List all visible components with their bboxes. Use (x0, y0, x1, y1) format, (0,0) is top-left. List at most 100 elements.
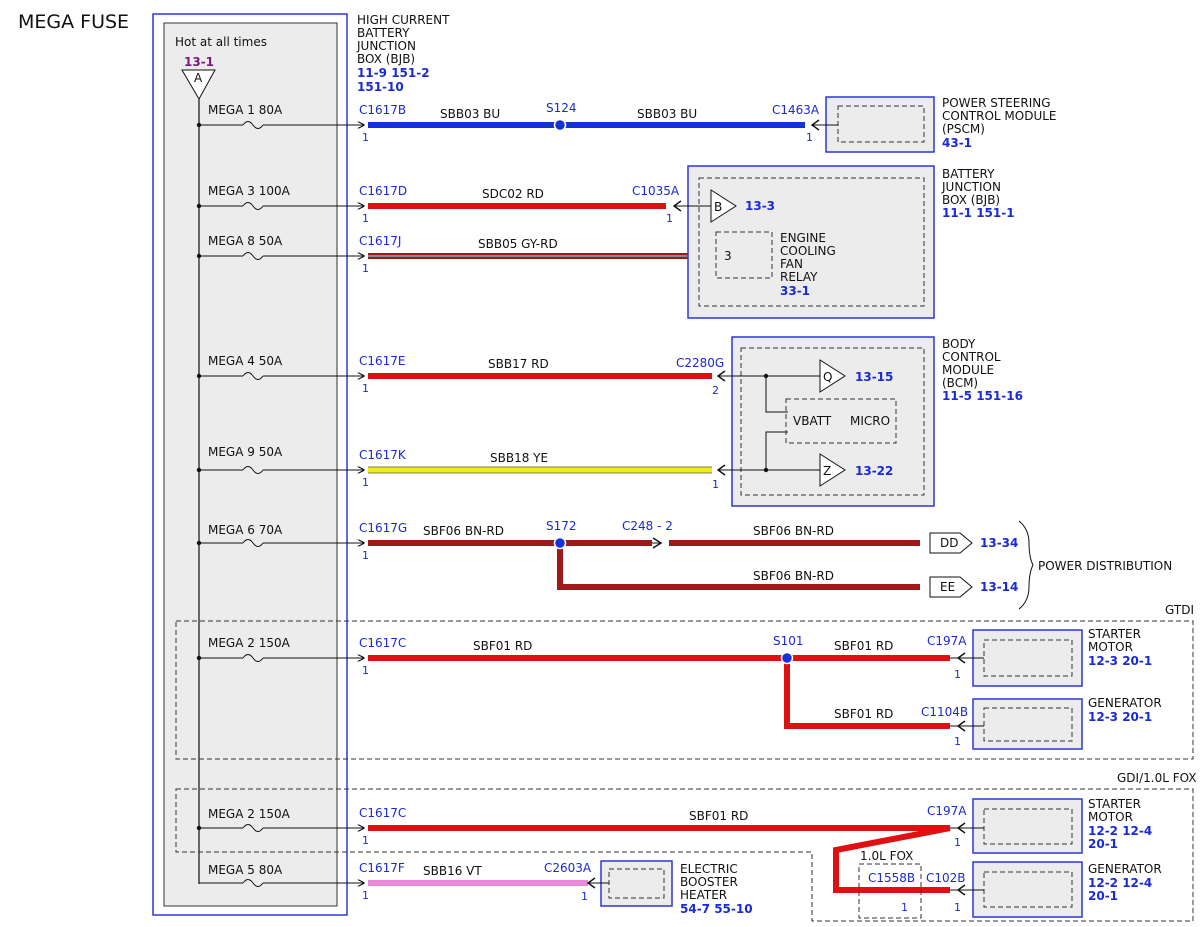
circuit-sbf01-d: SBF01 RD (689, 809, 748, 823)
starter1-name-2: MOTOR (1088, 640, 1133, 654)
heater-name-2: BOOSTER (680, 875, 738, 889)
heater-frame (600, 860, 673, 907)
pin-1: 1 (581, 890, 588, 903)
pscm-name-3: (PSCM) (942, 122, 985, 136)
conn-c1617c-b: C1617C (359, 806, 406, 820)
conn-c1617g: C1617G (359, 521, 407, 535)
pin-1: 1 (362, 834, 369, 847)
splice-label-s124: S124 (546, 101, 577, 115)
fuse-label-mega2-gtdi: MEGA 2 150A (208, 636, 291, 650)
bcm-name-2: CONTROL (942, 350, 1001, 364)
fuse-label-mega3: MEGA 3 100A (208, 184, 291, 198)
wiring-diagram: MEGA FUSE Hot at all times 13-1 A HIGH C… (18, 11, 1197, 922)
conn-c197a-b: C197A (927, 804, 967, 818)
bcm-vbatt: VBATT (793, 414, 832, 428)
pin-1: 1 (362, 262, 369, 275)
wire-sbf06-c (557, 543, 920, 590)
relay-pin-3: 3 (724, 249, 732, 263)
pin-1: 1 (954, 735, 961, 748)
pin-2: 2 (712, 384, 719, 397)
fuse-row-mega2-gdi: MEGA 2 150A (196, 807, 364, 832)
pin-1: 1 (901, 901, 908, 914)
pscm-frame (825, 96, 935, 153)
gdi-label: GDI/1.0L FOX (1117, 771, 1197, 785)
conn-c1617b: C1617B (359, 103, 406, 117)
circuit-sdc02: SDC02 RD (482, 187, 544, 201)
conn-c102b: C102B (926, 871, 966, 885)
circuit-sbb16: SBB16 VT (423, 864, 482, 878)
dd-label: DD (940, 536, 958, 550)
relay-name-4: RELAY (780, 270, 818, 284)
conn-c1617d: C1617D (359, 184, 407, 198)
pin-1: 1 (362, 382, 369, 395)
conn-c2280g: C2280G (676, 356, 724, 370)
fuse-row-mega2-gtdi: MEGA 2 150A (196, 636, 364, 662)
gtdi-label: GTDI (1165, 603, 1194, 617)
starter1-ref: 12-3 20-1 (1088, 654, 1152, 668)
bcm-frame (731, 336, 935, 507)
conn-c1617e: C1617E (359, 354, 406, 368)
gen2-ref-1: 12-2 12-4 (1088, 876, 1152, 890)
pin-1: 1 (954, 668, 961, 681)
conn-c1035a: C1035A (632, 184, 680, 198)
bcm-pin-z: Z (823, 464, 831, 478)
bcm-name-4: (BCM) (942, 376, 978, 390)
bjb2-ref: 11-1 151-1 (942, 206, 1015, 220)
heater-name-1: ELECTRIC (680, 862, 738, 876)
conn-c1617f: C1617F (359, 861, 405, 875)
starter2-name-2: MOTOR (1088, 810, 1133, 824)
fox-label: 1.0L FOX (860, 849, 913, 863)
pscm-name-1: POWER STEERING (942, 96, 1051, 110)
pin-1: 1 (362, 549, 369, 562)
splice-s172 (553, 536, 567, 550)
gen1-name: GENERATOR (1088, 696, 1162, 710)
bjb-ref-2: 151-10 (357, 80, 404, 94)
bjb2-pin-b: B (714, 200, 722, 214)
starter2-name-1: STARTER (1088, 797, 1141, 811)
bjb2-name-2: JUNCTION (941, 180, 1001, 194)
bjb-name-2: BATTERY (357, 26, 410, 40)
bjb-name-4: BOX (BJB) (357, 52, 415, 66)
pin-1: 1 (666, 212, 673, 225)
fuse-label-mega2-gdi: MEGA 2 150A (208, 807, 291, 821)
bjb2-name-3: BOX (BJB) (942, 193, 1000, 207)
circuit-sbf06-c: SBF06 BN-RD (753, 569, 834, 583)
fuse-label-mega1: MEGA 1 80A (208, 103, 283, 117)
circuit-sbf01-b: SBF01 RD (834, 639, 893, 653)
circuit-sbb03-b: SBB03 BU (637, 107, 697, 121)
circuit-sbb03-a: SBB03 BU (440, 107, 500, 121)
diagram-title: MEGA FUSE (18, 11, 129, 33)
gen1-ref: 12-3 20-1 (1088, 710, 1152, 724)
relay-name-1: ENGINE (780, 231, 826, 245)
pin-1: 1 (712, 478, 719, 491)
pin-1: 1 (954, 836, 961, 849)
conn-c1463a: C1463A (772, 103, 820, 117)
conn-c1104b: C1104B (921, 705, 968, 719)
conn-c197a-a: C197A (927, 634, 967, 648)
bjb-name-1: HIGH CURRENT (357, 13, 450, 27)
starter2-ref-1: 12-2 12-4 (1088, 824, 1152, 838)
fuse-label-mega9: MEGA 9 50A (208, 445, 283, 459)
pin-1: 1 (362, 131, 369, 144)
starter1-frame (972, 629, 1083, 687)
pin-1: 1 (806, 131, 813, 144)
bcm-name-1: BODY (942, 337, 976, 351)
gen2-name: GENERATOR (1088, 862, 1162, 876)
pin-1: 1 (362, 212, 369, 225)
circuit-sbf06-b: SBF06 BN-RD (753, 524, 834, 538)
starter2-frame (972, 798, 1083, 854)
circuit-sbf01-a: SBF01 RD (473, 639, 532, 653)
fuse-row-mega6: MEGA 6 70A (196, 523, 364, 547)
fuse-row-mega8: MEGA 8 50A (196, 234, 364, 260)
dist-brace (1018, 520, 1034, 610)
gen2-ref-2: 20-1 (1088, 889, 1118, 903)
bcm-pin-q: Q (823, 370, 832, 384)
bcm-q-ref: 13-15 (855, 370, 893, 384)
hot-label: Hot at all times (175, 35, 267, 49)
conn-c1617k: C1617K (359, 448, 407, 462)
pscm-name-2: CONTROL MODULE (942, 109, 1057, 123)
fuse-row-mega1: MEGA 1 80A (196, 103, 364, 129)
bjb-name-3: JUNCTION (356, 39, 416, 53)
conn-c1617c-a: C1617C (359, 636, 406, 650)
relay-name-2: COOLING (780, 244, 836, 258)
